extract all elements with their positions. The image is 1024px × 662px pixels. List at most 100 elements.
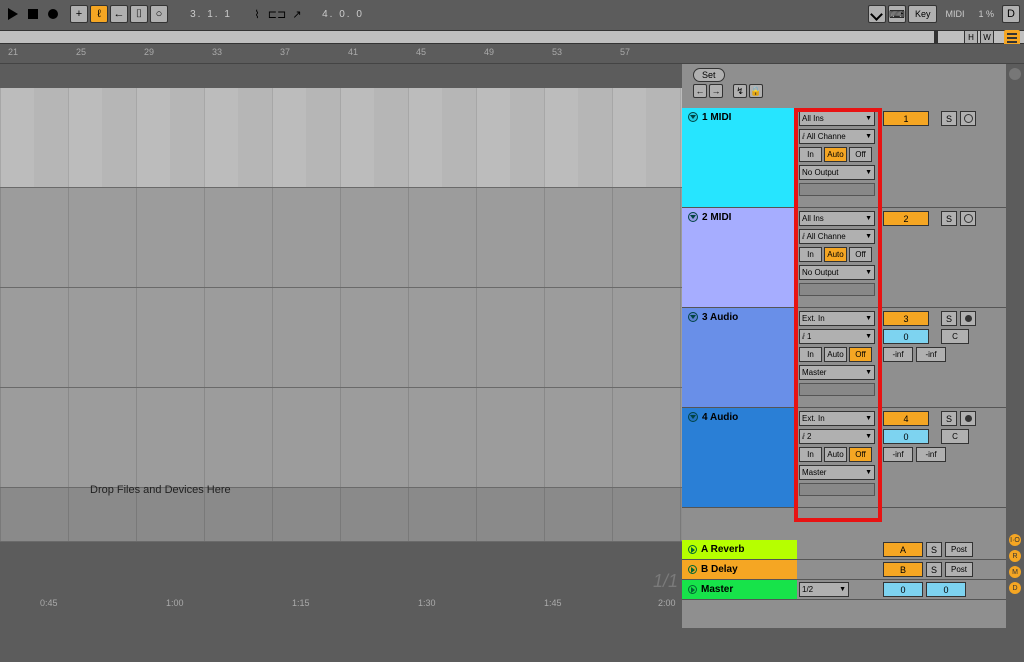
monitor-off[interactable]: Off [849, 147, 872, 162]
output-dropdown[interactable]: Master [799, 365, 875, 380]
arrangement-canvas[interactable]: Drop Files and Devices Here [0, 88, 682, 546]
output-dropdown[interactable]: No Output [799, 165, 875, 180]
time-ruler[interactable]: 0:45 1:00 1:15 1:30 1:45 2:00 [0, 594, 682, 614]
input-channel-dropdown[interactable]: ⅈ All Channe [799, 129, 875, 144]
loop-button[interactable]: ⊏⊐ [268, 5, 286, 23]
monitor-in[interactable]: In [799, 447, 822, 462]
overview-marker[interactable] [934, 31, 938, 43]
return-solo[interactable]: S [926, 542, 942, 557]
solo-button[interactable]: S [941, 311, 957, 326]
monitor-in[interactable]: In [799, 247, 822, 262]
arm-button[interactable] [960, 211, 976, 226]
return-title[interactable]: A Reverb [682, 540, 797, 559]
io-toggle[interactable]: I·O [1009, 534, 1021, 546]
track-title[interactable]: 4 Audio [682, 408, 797, 507]
track-title[interactable]: 1 MIDI [682, 108, 797, 207]
master-vol2[interactable]: 0 [926, 582, 966, 597]
solo-button[interactable]: S [941, 211, 957, 226]
output-channel-slot[interactable] [799, 383, 875, 396]
fold-icon[interactable] [688, 312, 698, 322]
h-button[interactable]: H [964, 30, 978, 44]
pan-value[interactable]: 0 [883, 329, 929, 344]
output-channel-slot[interactable] [799, 483, 875, 496]
plus-button[interactable]: + [70, 5, 88, 23]
fold-icon[interactable] [688, 545, 697, 554]
return-title[interactable]: B Delay [682, 560, 797, 579]
fold-icon[interactable] [688, 212, 698, 222]
arm-button[interactable] [960, 411, 976, 426]
bar-ruler[interactable]: 21 25 29 33 37 41 45 49 53 57 [0, 44, 1024, 64]
monitor-auto[interactable]: Auto [824, 447, 847, 462]
pencil-button[interactable] [868, 5, 886, 23]
output-dropdown[interactable]: No Output [799, 265, 875, 280]
track-title[interactable]: 2 MIDI [682, 208, 797, 307]
w-button[interactable]: W [980, 30, 994, 44]
punch-button[interactable]: ↗ [288, 5, 306, 23]
send-a[interactable]: -inf [883, 347, 913, 362]
monitor-auto[interactable]: Auto [824, 147, 847, 162]
return-post[interactable]: Post [945, 542, 973, 557]
r-toggle[interactable]: R [1009, 550, 1021, 562]
arm-button[interactable] [960, 311, 976, 326]
track-activator[interactable]: 1 [883, 111, 929, 126]
send-a[interactable]: -inf [883, 447, 913, 462]
input-type-dropdown[interactable]: All Ins [799, 111, 875, 126]
m-toggle[interactable]: M [1009, 566, 1021, 578]
return-activator[interactable]: B [883, 562, 923, 577]
track-activator[interactable]: 3 [883, 311, 929, 326]
key-map-button[interactable]: Key [908, 5, 938, 23]
monitor-auto[interactable]: Auto [824, 347, 847, 362]
gutter-dot[interactable] [1009, 68, 1021, 80]
disk-overload-button[interactable]: D [1002, 5, 1020, 23]
pan-value[interactable]: 0 [883, 429, 929, 444]
circle-button[interactable]: ○ [150, 5, 168, 23]
track-activator[interactable]: 4 [883, 411, 929, 426]
fold-icon[interactable] [688, 412, 698, 422]
fold-icon[interactable] [688, 565, 697, 574]
track-activator[interactable]: 2 [883, 211, 929, 226]
master-title[interactable]: Master [682, 580, 797, 599]
automation-curve-button[interactable]: ⌇ [248, 5, 266, 23]
song-position[interactable]: 3. 1. 1 [176, 5, 246, 23]
monitor-in[interactable]: In [799, 347, 822, 362]
monitor-off[interactable]: Off [849, 347, 872, 362]
set-button[interactable]: Set [693, 68, 725, 82]
monitor-in[interactable]: In [799, 147, 822, 162]
solo-button[interactable]: S [941, 411, 957, 426]
input-type-dropdown[interactable]: All Ins [799, 211, 875, 226]
monitor-off[interactable]: Off [849, 447, 872, 462]
solo-button[interactable]: S [941, 111, 957, 126]
arm-button[interactable] [960, 111, 976, 126]
input-type-dropdown[interactable]: Ext. In [799, 311, 875, 326]
send-b[interactable]: -inf [916, 447, 946, 462]
monitor-auto[interactable]: Auto [824, 247, 847, 262]
master-vol[interactable]: 0 [883, 582, 923, 597]
input-channel-dropdown[interactable]: ⅈ 2 [799, 429, 875, 444]
output-dropdown[interactable]: Master [799, 465, 875, 480]
pan-c-button[interactable]: C [941, 429, 969, 444]
monitor-off[interactable]: Off [849, 247, 872, 262]
pan-c-button[interactable]: C [941, 329, 969, 344]
bar-button[interactable]: ⌷ [130, 5, 148, 23]
nav-back-icon[interactable]: ← [693, 84, 707, 98]
draw-mode-button[interactable]: ℓ [90, 5, 108, 23]
arrangement-overview[interactable]: H W [0, 30, 1024, 44]
d-toggle[interactable]: D [1009, 582, 1021, 594]
input-channel-dropdown[interactable]: ⅈ All Channe [799, 229, 875, 244]
fold-icon[interactable] [688, 585, 697, 594]
track-title[interactable]: 3 Audio [682, 308, 797, 407]
output-channel-slot[interactable] [799, 183, 875, 196]
input-channel-dropdown[interactable]: ⅈ 1 [799, 329, 875, 344]
send-b[interactable]: -inf [916, 347, 946, 362]
play-button[interactable] [4, 5, 22, 23]
nav-fwd-icon[interactable]: → [709, 84, 723, 98]
automation-toggle[interactable]: ↯ [733, 84, 747, 98]
fold-icon[interactable] [688, 112, 698, 122]
return-post[interactable]: Post [945, 562, 973, 577]
keyboard-button[interactable]: ⌨ [888, 5, 906, 23]
record-button[interactable] [44, 5, 62, 23]
output-channel-slot[interactable] [799, 283, 875, 296]
lock-icon[interactable]: 🔒 [749, 84, 763, 98]
input-type-dropdown[interactable]: Ext. In [799, 411, 875, 426]
stop-button[interactable] [24, 5, 42, 23]
